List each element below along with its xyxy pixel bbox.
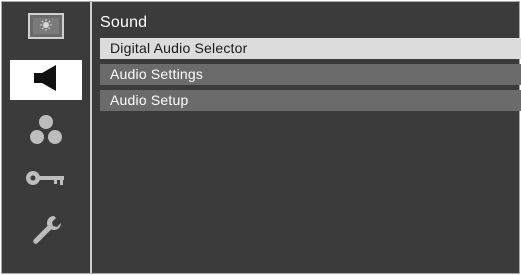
- menu-item-digital-audio-selector[interactable]: Digital Audio Selector: [100, 38, 521, 59]
- channel-dots-icon: [28, 113, 64, 152]
- sidebar: [2, 2, 90, 273]
- menu-item-audio-setup[interactable]: Audio Setup: [100, 90, 521, 111]
- sidebar-item-lock[interactable]: [10, 160, 82, 200]
- sound-menu-panel: Sound Digital Audio Selector Audio Setti…: [100, 2, 521, 273]
- tv-menu-screen: Sound Digital Audio Selector Audio Setti…: [1, 1, 521, 274]
- picture-icon: [28, 12, 64, 44]
- sidebar-divider: [90, 2, 92, 273]
- sidebar-item-setup[interactable]: [10, 212, 82, 252]
- wrench-icon: [29, 213, 63, 252]
- sidebar-item-sound[interactable]: [10, 60, 82, 100]
- key-lock-icon: [24, 168, 68, 193]
- menu-item-audio-settings[interactable]: Audio Settings: [100, 64, 521, 85]
- sidebar-item-channel[interactable]: [10, 112, 82, 152]
- sidebar-item-picture[interactable]: [10, 8, 82, 48]
- speaker-icon: [29, 63, 63, 98]
- page-title: Sound: [100, 14, 148, 31]
